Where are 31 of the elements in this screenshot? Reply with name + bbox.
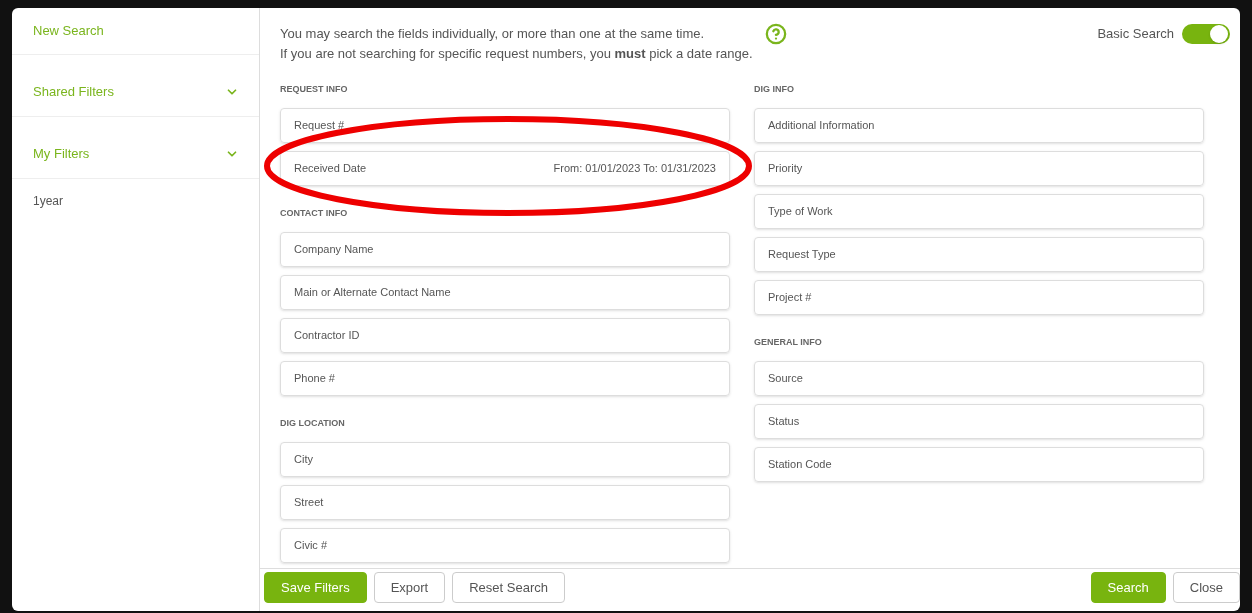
filter-item[interactable]: 1year (12, 179, 259, 210)
filter-field[interactable]: Status (754, 404, 1204, 439)
section-heading: CONTACT INFO (280, 207, 349, 220)
help-icon[interactable] (764, 23, 787, 45)
filter-field[interactable]: City (280, 442, 730, 477)
filter-field[interactable]: Street (280, 485, 730, 520)
filter-field[interactable]: Additional Information (754, 108, 1204, 143)
section-heading: GENERAL INFO (754, 336, 823, 349)
filter-field[interactable]: Phone # (280, 361, 730, 396)
filter-field[interactable]: Contractor ID (280, 318, 730, 353)
filter-field[interactable]: Station Code (754, 447, 1204, 482)
instruction-text: If you are not searching for specific request numbers, you must pick a date range. (280, 45, 753, 63)
secondary-button[interactable]: Export (373, 572, 446, 603)
filter-field[interactable]: Project # (754, 280, 1204, 315)
filter-field[interactable]: Request # (280, 108, 730, 143)
section-heading: DIG LOCATION (280, 417, 346, 430)
filter-field[interactable]: Priority (754, 151, 1204, 186)
secondary-button[interactable]: Reset Search (452, 572, 565, 603)
section-heading: REQUEST INFO (280, 83, 349, 96)
filter-field[interactable]: Company Name (280, 232, 730, 267)
filter-field[interactable]: Source (754, 361, 1204, 396)
section-heading: DIG INFO (754, 83, 795, 96)
filter-field[interactable]: Main or Alternate Contact Name (280, 275, 730, 310)
secondary-button[interactable]: Close (1172, 572, 1240, 603)
basic-search-toggle[interactable] (1182, 24, 1230, 44)
instruction-text: You may search the fields individually, or more than one at the same time. (280, 25, 706, 43)
filter-field[interactable]: Request Type (754, 237, 1204, 272)
filter-field[interactable]: Civic # (280, 528, 730, 563)
filter-field[interactable]: Type of Work (754, 194, 1204, 229)
filter-field[interactable]: Received Date From: 01/01/2023 To: 01/31/2023 (280, 151, 730, 186)
toggle-label: Basic Search (1097, 25, 1174, 44)
